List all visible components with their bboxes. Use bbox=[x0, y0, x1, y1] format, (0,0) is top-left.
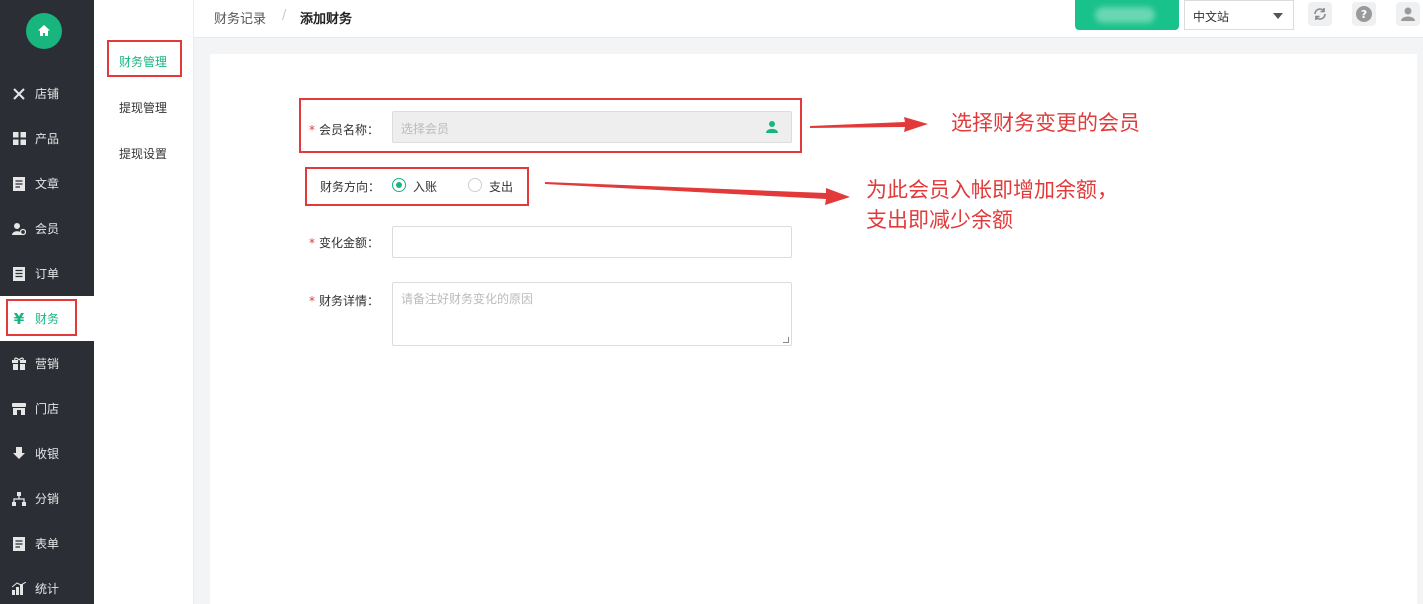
annotation-member-note: 选择财务变更的会员 bbox=[951, 111, 1140, 135]
annotation-arrows bbox=[545, 117, 928, 205]
annotation-direction-note-line2: 支出即减少余额 bbox=[866, 208, 1013, 232]
arrow-to-direction-note bbox=[545, 182, 850, 205]
annotation-direction-note-line1: 为此会员入帐即增加余额， bbox=[866, 178, 1118, 202]
arrow-to-member-note bbox=[810, 117, 928, 132]
